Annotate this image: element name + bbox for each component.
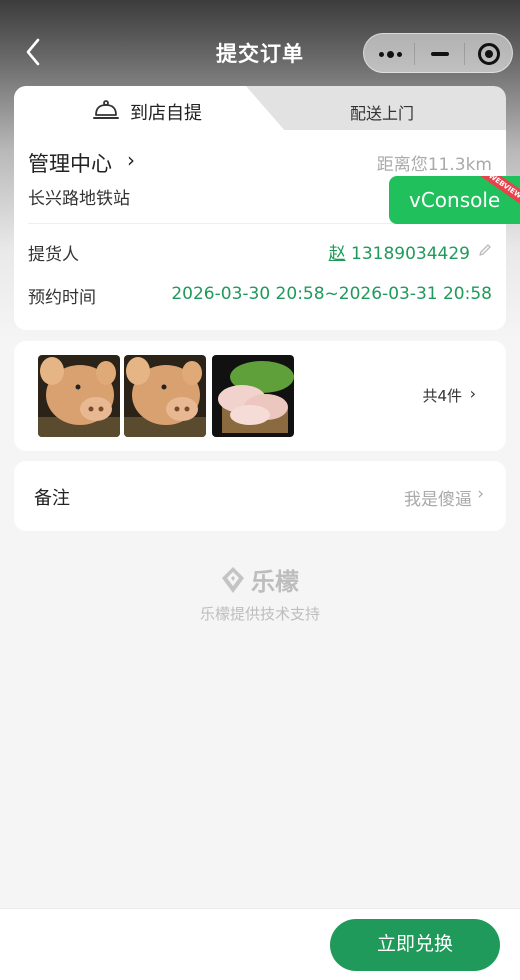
cloche-icon [93,100,119,119]
chevron-right-icon: › [469,384,476,403]
appointment-time-value[interactable]: 2026-03-30 20:58~2026-03-31 20:58 [171,284,492,304]
brand-support-text: 乐檬提供技术支持 [199,605,320,623]
brand-logo: 乐檬 [0,562,520,597]
page: 提交订单 配送上门 到店自提 管理中心 › 距离您11.3km 长兴路地铁站 提… [0,0,520,980]
pickup-person-value[interactable]: 赵 13189034429 [329,239,470,264]
remark-card[interactable]: 备注 我是傻逼 › [14,461,506,531]
vconsole-button[interactable]: vConsole WEBVIEW [389,176,520,224]
goods-card[interactable]: 共4件 › [14,341,506,451]
store-address: 长兴路地铁站 [28,189,130,209]
product-thumbnail [38,355,120,437]
pickup-person-name: 赵 [328,244,346,264]
goods-count: 共4件 [422,387,462,405]
redeem-button[interactable]: 立即兑换 [330,919,500,971]
edit-pencil-icon[interactable] [478,243,492,257]
remark-value: 我是傻逼 [404,490,472,510]
close-miniprogram-icon[interactable] [478,43,500,65]
pickup-person-phone: 13189034429 [351,244,470,264]
chevron-right-icon: › [477,484,484,504]
mini-program-capsule [363,33,513,73]
tab-store-pickup[interactable]: 到店自提 [14,86,286,132]
pig-face-image [124,355,206,437]
tab-store-pickup-label: 到店自提 [130,103,202,124]
more-icon[interactable] [378,48,404,60]
store-name[interactable]: 管理中心 [28,148,112,178]
product-thumbnail [124,355,206,437]
pickup-person-label: 提货人 [28,245,79,265]
product-thumbnail [212,355,294,437]
vconsole-label: vConsole [409,188,501,212]
brand-diamond-icon [222,566,244,593]
appointment-time-label: 预约时间 [28,288,96,308]
tab-delivery-label: 配送上门 [350,104,415,123]
pig-face-image [38,355,120,437]
pickup-details: 管理中心 › 距离您11.3km 长兴路地铁站 提货人 赵 1318903442… [14,130,506,330]
minimize-icon[interactable] [431,52,449,56]
pig-trotters-image [212,355,294,437]
bottom-bar: 立即兑换 [0,908,520,980]
delivery-tabs: 配送上门 到店自提 [14,86,506,132]
brand-name: 乐檬 [251,568,299,596]
remark-label: 备注 [34,488,70,509]
store-distance: 距离您11.3km [376,155,492,175]
chevron-right-icon[interactable]: › [127,148,135,172]
